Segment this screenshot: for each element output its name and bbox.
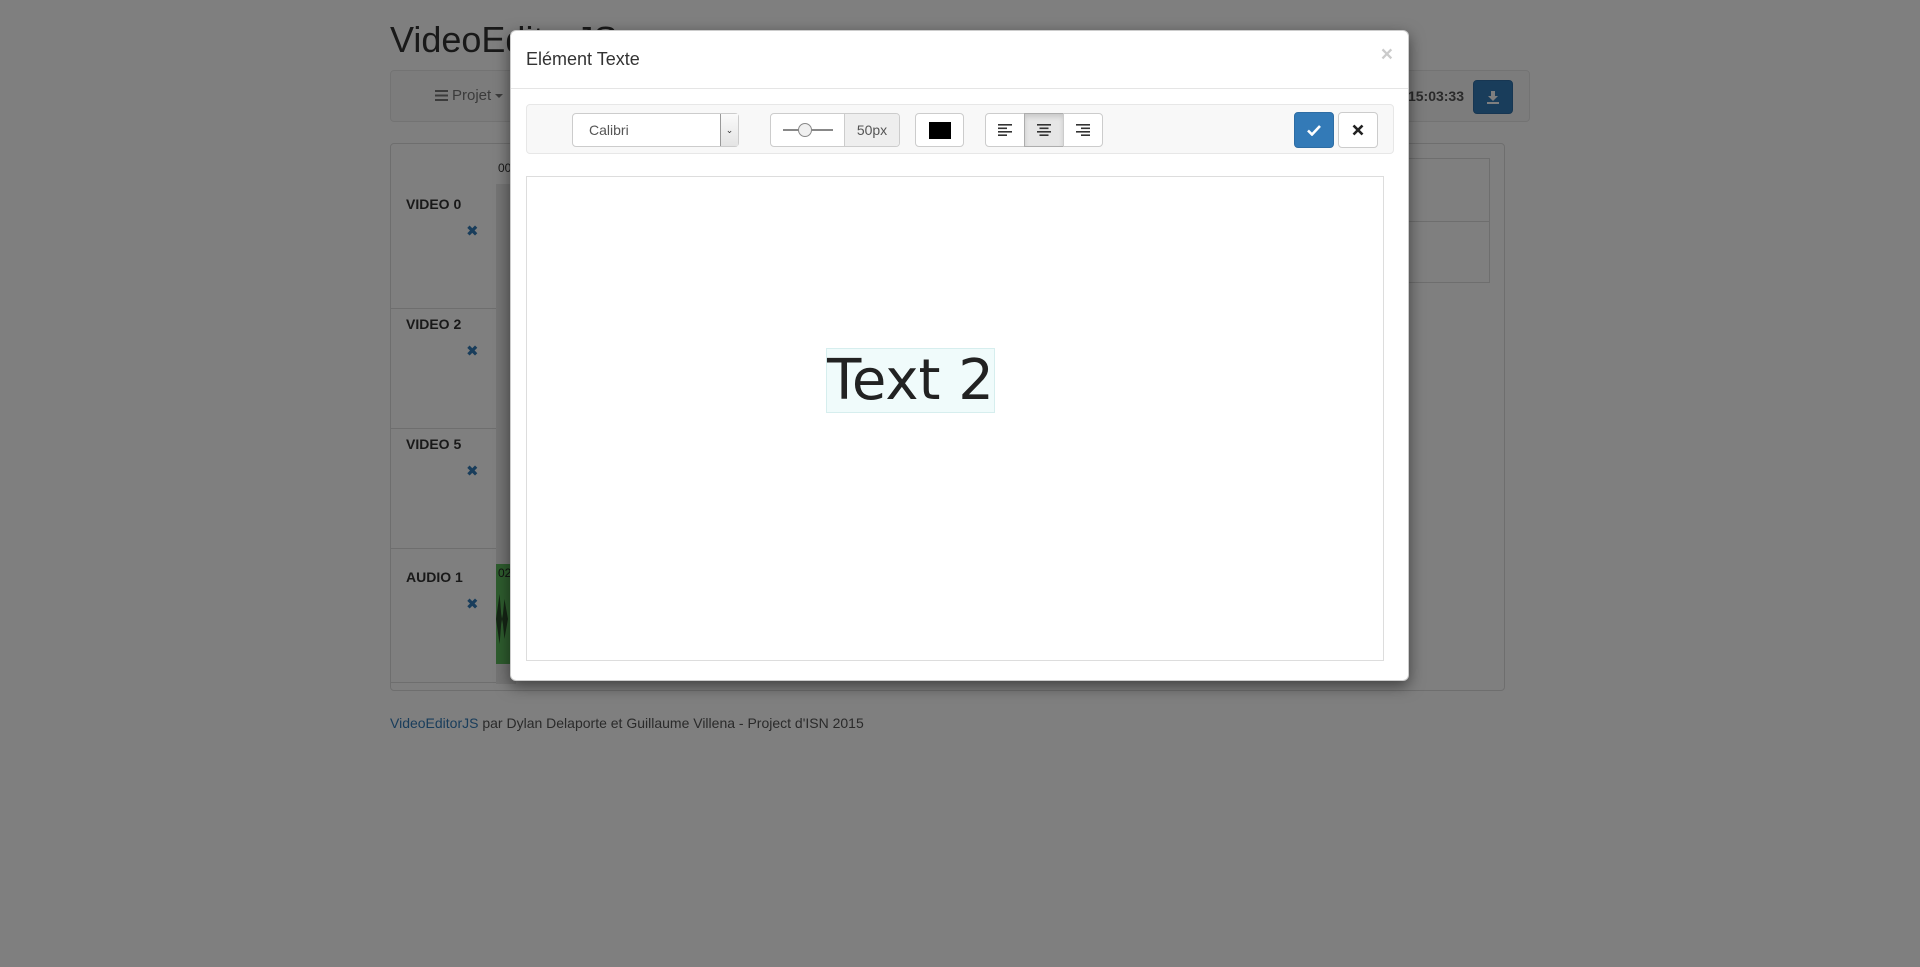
align-center-icon xyxy=(1037,124,1051,136)
modal-header: Elément Texte × xyxy=(511,31,1408,89)
font-size-value: 50px xyxy=(845,114,899,146)
modal-title: Elément Texte xyxy=(526,49,640,69)
text-element[interactable]: Text 2 xyxy=(826,348,995,413)
align-left-icon xyxy=(998,124,1012,136)
text-color-button[interactable] xyxy=(915,113,964,147)
cancel-button[interactable] xyxy=(1338,112,1378,148)
font-size-slider[interactable] xyxy=(771,114,845,146)
font-family-select[interactable]: Calibri ⌄ xyxy=(572,113,739,147)
color-swatch xyxy=(929,122,951,139)
text-element-modal: Elément Texte × Calibri ⌄ 50px Text 2 xyxy=(510,30,1409,681)
font-family-value: Calibri xyxy=(589,122,629,138)
close-icon xyxy=(1352,124,1364,136)
align-left-button[interactable] xyxy=(985,113,1025,147)
align-right-icon xyxy=(1076,124,1090,136)
confirm-button[interactable] xyxy=(1294,112,1334,148)
text-canvas[interactable]: Text 2 xyxy=(526,176,1384,661)
text-align-group xyxy=(985,113,1103,147)
font-size-control: 50px xyxy=(770,113,900,147)
slider-handle[interactable] xyxy=(798,123,812,137)
align-right-button[interactable] xyxy=(1063,113,1103,147)
modal-close-button[interactable]: × xyxy=(1381,43,1393,67)
align-center-button[interactable] xyxy=(1024,113,1064,147)
check-icon xyxy=(1307,125,1321,136)
chevron-down-icon: ⌄ xyxy=(720,114,738,146)
text-toolbar: Calibri ⌄ 50px xyxy=(526,104,1394,154)
